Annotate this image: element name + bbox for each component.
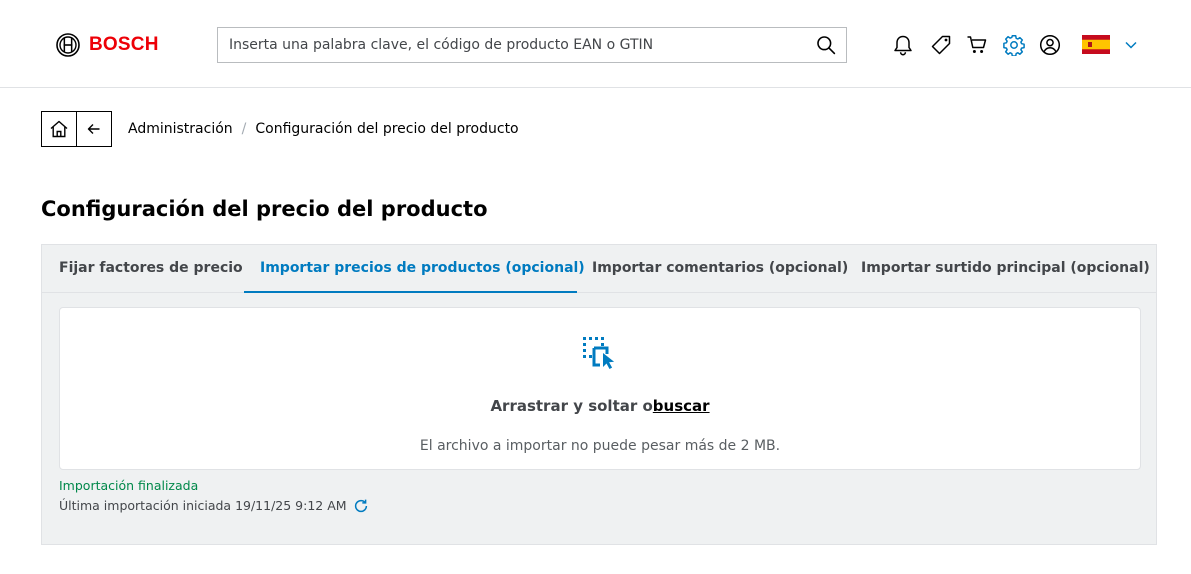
tab-importar-comentarios[interactable]: Importar comentarios (opcional)	[576, 245, 864, 293]
dropzone-text: Arrastrar y soltar o	[490, 397, 653, 415]
drag-drop-icon	[583, 337, 615, 369]
page-title: Configuración del precio del producto	[41, 197, 488, 221]
bosch-armature-icon	[56, 33, 80, 57]
breadcrumb-current: Configuración del precio del producto	[255, 121, 519, 137]
refresh-icon[interactable]	[353, 498, 369, 514]
tab-fijar-factores[interactable]: Fijar factores de precio	[43, 245, 259, 293]
dropzone-instructions: Arrastrar y soltar obuscar	[60, 396, 1140, 416]
import-panel: Fijar factores de precio Importar precio…	[41, 244, 1157, 545]
search-box	[217, 27, 847, 63]
browse-link[interactable]: buscar	[653, 397, 710, 415]
cart-icon[interactable]	[966, 34, 988, 56]
arrow-left-icon	[87, 124, 100, 134]
search-icon[interactable]	[816, 35, 836, 55]
tab-importar-precios[interactable]: Importar precios de productos (opcional)	[244, 245, 585, 293]
file-size-hint: El archivo a importar no puede pesar más…	[419, 438, 781, 454]
home-icon	[50, 120, 68, 138]
search-input[interactable]	[218, 28, 798, 62]
back-button[interactable]	[76, 111, 112, 147]
user-icon[interactable]	[1039, 34, 1061, 56]
home-button[interactable]	[41, 111, 77, 147]
tab-bar: Fijar factores de precio Importar precio…	[42, 245, 1156, 293]
gear-icon[interactable]	[1003, 34, 1025, 56]
spain-flag-icon[interactable]	[1082, 35, 1110, 54]
breadcrumb-link-administracion[interactable]: Administración	[128, 120, 233, 138]
last-import-info: Última importación iniciada 19/11/25 9:1…	[59, 498, 369, 514]
bell-icon[interactable]	[892, 34, 914, 56]
brand-name: BOSCH	[89, 34, 159, 55]
last-import-text: Última importación iniciada 19/11/25 9:1…	[59, 498, 347, 513]
tab-importar-surtido[interactable]: Importar surtido principal (opcional)	[845, 245, 1166, 293]
top-header: BOSCH	[0, 0, 1191, 88]
breadcrumb-separator: /	[241, 121, 247, 137]
chevron-down-icon[interactable]	[1124, 39, 1138, 51]
tag-icon[interactable]	[930, 34, 952, 56]
file-dropzone[interactable]: Arrastrar y soltar obuscar El archivo a …	[59, 307, 1141, 470]
bosch-logo[interactable]: BOSCH	[56, 33, 159, 57]
breadcrumb: Administración / Configuración del preci…	[128, 120, 519, 138]
import-status: Importación finalizada	[59, 478, 199, 493]
